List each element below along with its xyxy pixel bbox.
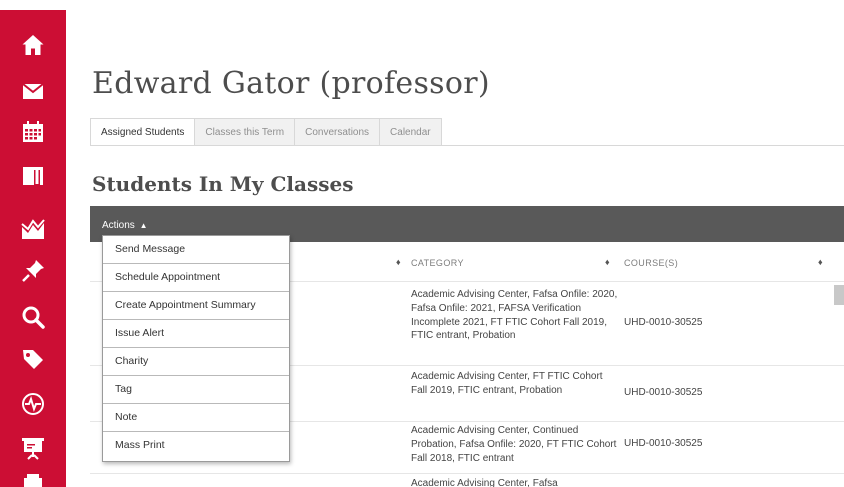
tag-icon[interactable] [17, 345, 49, 373]
course-cell: UHD-0010-30525 [624, 317, 703, 328]
sort-icon[interactable]: ♦ [818, 257, 823, 267]
home-icon[interactable] [17, 31, 49, 59]
section-title: Students In My Classes [92, 172, 354, 196]
mail-icon[interactable] [17, 77, 49, 105]
search-icon[interactable] [17, 303, 49, 331]
health-pulse-icon[interactable] [17, 390, 49, 418]
category-cell: Academic Advising Center, Fafsa Onfile: … [411, 289, 618, 342]
category-cell: Academic Advising Center, Continued Prob… [411, 425, 617, 464]
menu-item-issue-alert[interactable]: Issue Alert [103, 320, 289, 348]
menu-item-charity[interactable]: Charity [103, 348, 289, 376]
sort-icon[interactable]: ♦ [396, 257, 401, 267]
scrollbar-thumb[interactable] [834, 285, 844, 305]
tab-classes-this-term[interactable]: Classes this Term [195, 118, 296, 146]
category-cell: Academic Advising Center, Fafsa [411, 478, 558, 487]
tab-divider [90, 145, 844, 146]
book-icon[interactable] [17, 162, 49, 190]
menu-item-note[interactable]: Note [103, 404, 289, 432]
tab-calendar[interactable]: Calendar [380, 118, 442, 146]
course-cell: UHD-0010-30525 [624, 387, 703, 398]
menu-item-create-appointment-summary[interactable]: Create Appointment Summary [103, 292, 289, 320]
column-header-courses[interactable]: COURSE(S) [624, 258, 678, 268]
tab-bar: Assigned Students Classes this Term Conv… [90, 118, 442, 146]
actions-button[interactable]: Actions ▲ [102, 220, 148, 231]
menu-item-send-message[interactable]: Send Message [103, 236, 289, 264]
actions-menu: Send Message Schedule Appointment Create… [102, 235, 290, 462]
analytics-chart-icon[interactable] [17, 215, 49, 243]
calendar-icon[interactable] [17, 118, 49, 146]
tab-conversations[interactable]: Conversations [295, 118, 381, 146]
table-row[interactable]: Academic Advising Center, Fafsa [90, 474, 844, 487]
actions-label: Actions [102, 220, 135, 231]
tab-assigned-students[interactable]: Assigned Students [90, 118, 196, 146]
caret-up-icon: ▲ [139, 221, 148, 230]
pin-icon[interactable] [17, 257, 49, 285]
sidebar [0, 0, 66, 487]
menu-item-schedule-appointment[interactable]: Schedule Appointment [103, 264, 289, 292]
page-title: Edward Gator (professor) [92, 66, 490, 101]
printer-icon[interactable] [17, 470, 49, 487]
presentation-icon[interactable] [17, 434, 49, 462]
menu-item-tag[interactable]: Tag [103, 376, 289, 404]
course-cell: UHD-0010-30525 [624, 438, 703, 449]
category-cell: Academic Advising Center, FT FTIC Cohort… [411, 371, 603, 396]
column-header-category[interactable]: CATEGORY [411, 258, 464, 268]
menu-item-mass-print[interactable]: Mass Print [103, 432, 289, 460]
sort-icon[interactable]: ♦ [605, 257, 610, 267]
